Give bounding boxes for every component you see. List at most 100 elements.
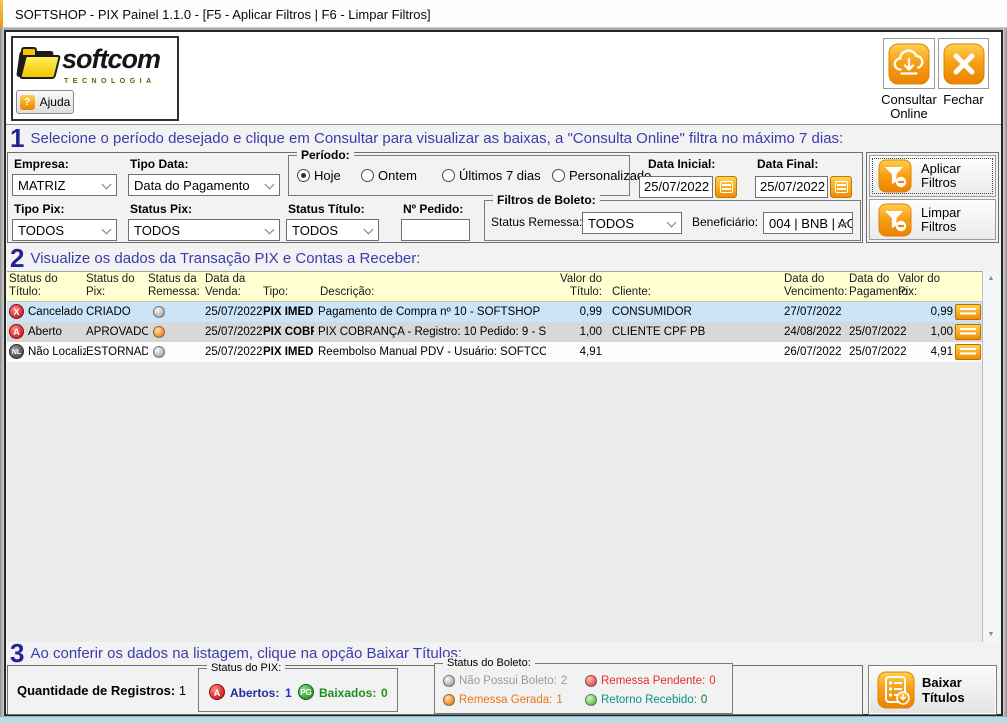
tipo-data-value: Data do Pagamento bbox=[134, 178, 250, 193]
data-final-label: Data Final: bbox=[757, 157, 818, 171]
brand-name: softcom bbox=[62, 44, 160, 75]
scroll-up-icon[interactable]: ▲ bbox=[983, 271, 999, 286]
abertos-value: 1 bbox=[285, 686, 292, 700]
aplicar-filtros-button[interactable]: Aplicar Filtros bbox=[869, 155, 996, 197]
col-valor-titulo: Valor do Título: bbox=[540, 273, 602, 299]
section1-number: 1 bbox=[10, 126, 24, 150]
chevron-down-icon bbox=[265, 180, 275, 190]
funnel-icon bbox=[878, 203, 912, 237]
status-pix-combobox[interactable]: TODOS bbox=[128, 219, 280, 241]
radio-hoje[interactable]: Hoje bbox=[297, 168, 341, 183]
radio-button-icon bbox=[361, 169, 374, 182]
data-inicial-input[interactable]: 25/07/2022 bbox=[639, 176, 713, 198]
remessa-status-icon bbox=[153, 346, 165, 358]
col-valor-pix: Valor do Pix: bbox=[898, 273, 950, 299]
chevron-down-icon bbox=[667, 218, 677, 228]
table-empty-area bbox=[7, 362, 982, 642]
col-status-pix: Status do Pix: bbox=[86, 273, 144, 299]
help-button[interactable]: ? Ajuda bbox=[16, 90, 74, 114]
quantidade-label: Quantidade de Registros: bbox=[17, 683, 175, 698]
data-inicial-label: Data Inicial: bbox=[648, 157, 715, 171]
remessa-pendente-label: Remessa Pendente: bbox=[601, 675, 705, 687]
cell-status-pix: CRIADO bbox=[86, 302, 148, 322]
tipo-data-combobox[interactable]: Data do Pagamento bbox=[128, 174, 280, 196]
status-nao-localizado-icon: NL bbox=[9, 344, 24, 359]
cell-tipo: PIX IMEDIATO bbox=[263, 342, 314, 362]
window-icon bbox=[0, 0, 3, 28]
row-detail-button[interactable] bbox=[955, 324, 981, 340]
cell-valor-pix: 1,00 bbox=[895, 322, 953, 342]
table-scrollbar[interactable]: ▲ ▼ bbox=[982, 271, 999, 642]
scroll-down-icon[interactable]: ▼ bbox=[983, 627, 999, 642]
calendar-icon bbox=[835, 181, 848, 193]
row-detail-button[interactable] bbox=[955, 304, 981, 320]
status-cancelado-icon: X bbox=[9, 304, 24, 319]
table-row[interactable]: X Cancelado CRIADO 25/07/2022 PIX IMEDIA… bbox=[7, 302, 982, 322]
table-row[interactable]: NL Não Localizado ESTORNADO 25/07/2022 P… bbox=[7, 342, 982, 362]
cell-status-pix: ESTORNADO bbox=[86, 342, 148, 362]
cell-data-venda: 25/07/2022 bbox=[205, 322, 265, 342]
remessa-gerada-label: Remessa Gerada: bbox=[459, 694, 552, 706]
table-row[interactable]: A Aberto APROVADO 25/07/2022 PIX COBRANÇ… bbox=[7, 322, 982, 342]
retorno-recebido-label: Retorno Recebido: bbox=[601, 694, 697, 706]
data-final-input[interactable]: 25/07/2022 bbox=[755, 176, 828, 198]
radio-ontem[interactable]: Ontem bbox=[361, 168, 417, 183]
filtros-boleto-label: Filtros de Boleto: bbox=[493, 193, 600, 207]
beneficiario-combobox[interactable]: 004 | BNB | AG.123 bbox=[763, 212, 853, 234]
col-tipo: Tipo: bbox=[263, 286, 313, 299]
chevron-down-icon bbox=[265, 225, 275, 235]
window-frame-right bbox=[1003, 28, 1007, 717]
limpar-filtros-label: Limpar Filtros bbox=[921, 206, 977, 234]
baixar-titulos-label: Baixar Títulos bbox=[922, 675, 976, 705]
section2-banner: 2 Visualize os dados da Transação PIX e … bbox=[10, 246, 420, 270]
row-detail-button[interactable] bbox=[955, 344, 981, 360]
baixados-label: Baixados: bbox=[319, 686, 376, 700]
cell-data-vencimento: 24/08/2022 bbox=[784, 322, 846, 342]
fechar-button[interactable] bbox=[938, 38, 989, 89]
data-inicial-calendar-button[interactable] bbox=[715, 176, 737, 198]
num-pedido-label: Nº Pedido: bbox=[403, 202, 463, 216]
tipo-pix-label: Tipo Pix: bbox=[14, 202, 64, 216]
section2-number: 2 bbox=[10, 246, 24, 270]
section2-title: Visualize os dados da Transação PIX e Co… bbox=[30, 250, 420, 267]
help-icon: ? bbox=[20, 95, 35, 110]
radio-ultimos-7-dias[interactable]: Últimos 7 dias bbox=[442, 168, 541, 183]
status-titulo-combobox[interactable]: TODOS bbox=[286, 219, 379, 241]
consultar-online-button[interactable] bbox=[883, 38, 935, 89]
download-list-icon bbox=[877, 671, 915, 709]
col-descricao: Descrição: bbox=[320, 286, 470, 299]
col-status-remessa: Status da Remessa: bbox=[148, 273, 206, 299]
baixar-titulos-button[interactable]: Baixar Títulos bbox=[868, 665, 997, 715]
status-remessa-combobox[interactable]: TODOS bbox=[582, 212, 682, 234]
nao-possui-boleto-item: Não Possui Boleto: 2 bbox=[443, 675, 567, 687]
remessa-pendente-value: 0 bbox=[709, 675, 715, 687]
orange-sphere-icon bbox=[443, 694, 455, 706]
cell-cliente: CLIENTE CPF PB bbox=[612, 322, 757, 342]
limpar-filtros-button[interactable]: Limpar Filtros bbox=[869, 199, 996, 240]
cloud-download-icon bbox=[888, 43, 930, 85]
tipo-data-label: Tipo Data: bbox=[130, 157, 188, 171]
remessa-pendente-item: Remessa Pendente: 0 bbox=[585, 675, 716, 687]
status-titulo-value: TODOS bbox=[292, 223, 338, 238]
cell-descricao: PIX COBRANÇA - Registro: 10 Pedido: 9 - … bbox=[318, 322, 546, 342]
num-pedido-input[interactable] bbox=[401, 219, 470, 241]
title-bar[interactable]: SOFTSHOP - PIX Painel 1.1.0 - [F5 - Apli… bbox=[0, 0, 1007, 28]
empresa-combobox[interactable]: MATRIZ bbox=[12, 174, 117, 196]
data-final-calendar-button[interactable] bbox=[830, 176, 852, 198]
tipo-pix-combobox[interactable]: TODOS bbox=[12, 219, 117, 241]
pix-painel-window: { "window": { "title": "SOFTSHOP - PIX P… bbox=[0, 0, 1007, 723]
radio-hoje-label: Hoje bbox=[314, 168, 341, 183]
beneficiario-label: Beneficiário: bbox=[692, 215, 758, 229]
retorno-recebido-item: Retorno Recebido: 0 bbox=[585, 694, 707, 706]
empresa-value: MATRIZ bbox=[18, 178, 65, 193]
section3-number: 3 bbox=[10, 641, 24, 665]
radio-button-icon bbox=[442, 169, 455, 182]
cell-tipo: PIX IMEDIATO bbox=[263, 302, 314, 322]
radio-7dias-label: Últimos 7 dias bbox=[459, 168, 541, 183]
softcom-folder-icon bbox=[18, 46, 60, 80]
status-remessa-label: Status Remessa: bbox=[491, 215, 582, 229]
cell-data-venda: 25/07/2022 bbox=[205, 302, 265, 322]
abertos-label: Abertos: bbox=[230, 686, 279, 700]
funnel-icon bbox=[878, 159, 912, 193]
radio-personalizado[interactable]: Personalizado bbox=[552, 168, 651, 183]
